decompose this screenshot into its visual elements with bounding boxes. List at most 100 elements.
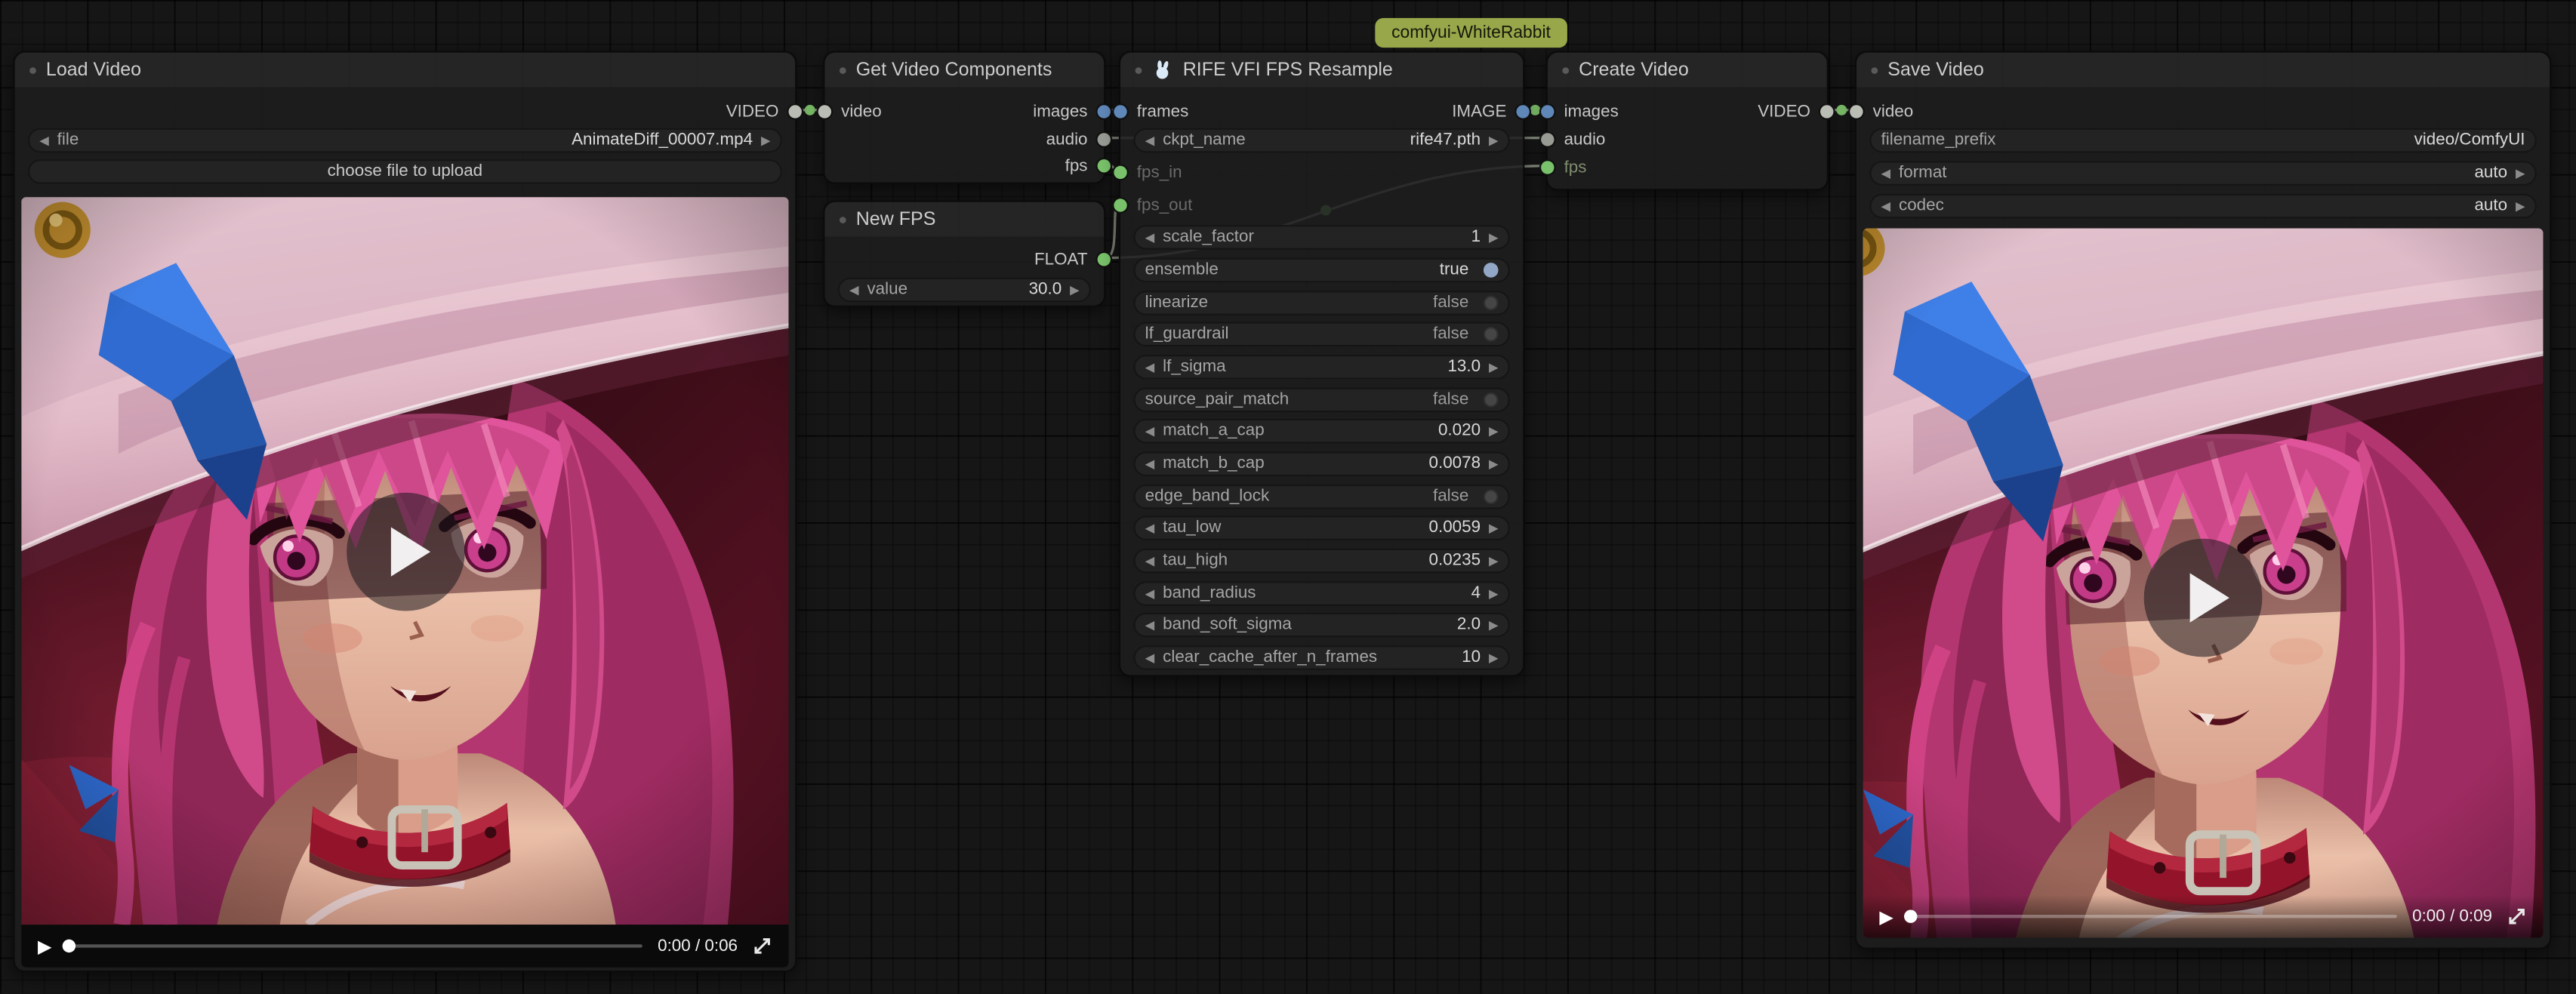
increment-icon[interactable]: ▶: [1489, 231, 1499, 243]
port-dot-fps-out[interactable]: [1114, 198, 1126, 211]
decrement-icon[interactable]: ◀: [1881, 167, 1891, 179]
widget-match-b-cap[interactable]: ◀ match_b_cap 0.0078 ▶: [1133, 451, 1509, 476]
toggle-icon[interactable]: [1484, 489, 1499, 504]
increment-icon[interactable]: ▶: [1489, 522, 1499, 534]
port-dot-video[interactable]: [788, 105, 801, 118]
port-dot-fps[interactable]: [1541, 161, 1554, 174]
video-controls[interactable]: ▶ 0:00 / 0:06: [21, 925, 788, 968]
decrement-icon[interactable]: ◀: [849, 284, 859, 296]
port-dot-fps[interactable]: [1098, 159, 1111, 172]
fullscreen-icon[interactable]: [2507, 906, 2527, 926]
collapse-dot-icon[interactable]: [29, 66, 36, 73]
video-preview[interactable]: ▶ 0:00 / 0:09: [1863, 228, 2544, 937]
port-dot-video[interactable]: [818, 105, 831, 118]
collapse-dot-icon[interactable]: [1562, 66, 1569, 73]
widget-linearize[interactable]: linearize false: [1133, 291, 1509, 315]
widget-ensemble[interactable]: ensemble true: [1133, 258, 1509, 283]
widget-band-radius[interactable]: ◀ band_radius 4 ▶: [1133, 581, 1509, 606]
node-save-video[interactable]: Save Video video filename_prefix video/C…: [1855, 51, 2552, 949]
widget-edge-band-lock[interactable]: edge_band_lock false: [1133, 485, 1509, 509]
collapse-dot-icon[interactable]: [840, 216, 846, 223]
port-dot-image[interactable]: [1516, 105, 1529, 118]
node-header[interactable]: Save Video: [1857, 53, 2550, 89]
widget-format[interactable]: ◀ format auto ▶: [1869, 161, 2536, 186]
increment-icon[interactable]: ▶: [761, 134, 771, 146]
node-get-video-components[interactable]: Get Video Components video images audio …: [823, 51, 1105, 183]
increment-icon[interactable]: ▶: [1489, 361, 1499, 373]
play-overlay-button[interactable]: [2144, 538, 2263, 657]
collapse-dot-icon[interactable]: [840, 66, 846, 73]
decrement-icon[interactable]: ◀: [1145, 361, 1155, 373]
widget-ckpt-name[interactable]: ◀ ckpt_name rife47.pth ▶: [1133, 128, 1509, 153]
fullscreen-icon[interactable]: [753, 936, 772, 956]
widget-value[interactable]: ◀ value 30.0 ▶: [838, 278, 1091, 303]
decrement-icon[interactable]: ◀: [1145, 555, 1155, 567]
increment-icon[interactable]: ▶: [1489, 425, 1499, 437]
decrement-icon[interactable]: ◀: [1145, 231, 1155, 243]
node-header[interactable]: Create Video: [1548, 53, 1827, 89]
widget-source-pair-match[interactable]: source_pair_match false: [1133, 388, 1509, 413]
increment-icon[interactable]: ▶: [1489, 619, 1499, 631]
widget-lf-sigma[interactable]: ◀ lf_sigma 13.0 ▶: [1133, 355, 1509, 380]
increment-icon[interactable]: ▶: [1489, 458, 1499, 470]
increment-icon[interactable]: ▶: [1489, 651, 1499, 663]
widget-codec[interactable]: ◀ codec auto ▶: [1869, 194, 2536, 219]
port-dot-fps-in[interactable]: [1114, 166, 1126, 179]
toggle-icon[interactable]: [1484, 327, 1499, 342]
play-overlay-button[interactable]: [346, 492, 464, 611]
widget-tau-high[interactable]: ◀ tau_high 0.0235 ▶: [1133, 549, 1509, 574]
port-dot-images[interactable]: [1541, 105, 1554, 118]
widget-scale-factor[interactable]: ◀ scale_factor 1 ▶: [1133, 225, 1509, 250]
increment-icon[interactable]: ▶: [1489, 587, 1499, 599]
widget-clear-cache-after-n-frames[interactable]: ◀ clear_cache_after_n_frames 10 ▶: [1133, 645, 1509, 670]
seek-bar[interactable]: [66, 944, 642, 947]
node-graph-canvas[interactable]: Load Video VIDEO ◀ file AnimateDiff_0000…: [0, 0, 2576, 993]
video-preview[interactable]: ▶ 0:00 / 0:06: [21, 197, 788, 968]
node-rife-vfi-fps-resample[interactable]: RIFE VFI FPS Resample frames IMAGE fps_i…: [1119, 51, 1524, 676]
decrement-icon[interactable]: ◀: [1145, 425, 1155, 437]
port-dot-video[interactable]: [1820, 105, 1833, 118]
node-header[interactable]: RIFE VFI FPS Resample: [1120, 53, 1523, 89]
decrement-icon[interactable]: ◀: [1145, 522, 1155, 534]
node-header[interactable]: Get Video Components: [824, 53, 1104, 89]
decrement-icon[interactable]: ◀: [1145, 587, 1155, 599]
decrement-icon[interactable]: ◀: [1145, 134, 1155, 146]
node-load-video[interactable]: Load Video VIDEO ◀ file AnimateDiff_0000…: [13, 51, 797, 972]
decrement-icon[interactable]: ◀: [1145, 651, 1155, 663]
widget-match-a-cap[interactable]: ◀ match_a_cap 0.020 ▶: [1133, 419, 1509, 444]
decrement-icon[interactable]: ◀: [1145, 458, 1155, 470]
port-dot-audio[interactable]: [1541, 133, 1554, 146]
seek-knob[interactable]: [1905, 910, 1918, 923]
increment-icon[interactable]: ▶: [2516, 200, 2525, 212]
increment-icon[interactable]: ▶: [1489, 555, 1499, 567]
toggle-icon[interactable]: [1484, 263, 1499, 278]
play-button[interactable]: ▶: [38, 935, 51, 956]
port-dot-images[interactable]: [1098, 105, 1111, 118]
play-button[interactable]: ▶: [1879, 906, 1893, 927]
node-new-fps[interactable]: New FPS FLOAT ◀ value 30.0 ▶: [823, 200, 1105, 306]
decrement-icon[interactable]: ◀: [39, 134, 49, 146]
increment-icon[interactable]: ▶: [2516, 167, 2525, 179]
port-dot-float[interactable]: [1098, 253, 1111, 266]
video-controls[interactable]: ▶ 0:00 / 0:09: [1863, 895, 2544, 938]
seek-bar[interactable]: [1908, 915, 2397, 918]
toggle-icon[interactable]: [1484, 392, 1499, 408]
widget-file[interactable]: ◀ file AnimateDiff_00007.mp4 ▶: [28, 128, 782, 153]
port-dot-video[interactable]: [1850, 105, 1863, 118]
widget-lf-guardrail[interactable]: lf_guardrail false: [1133, 322, 1509, 346]
increment-icon[interactable]: ▶: [1070, 284, 1080, 296]
node-header[interactable]: Load Video: [15, 53, 796, 89]
node-header[interactable]: New FPS: [824, 202, 1104, 238]
collapse-dot-icon[interactable]: [1871, 66, 1878, 73]
decrement-icon[interactable]: ◀: [1145, 619, 1155, 631]
node-create-video[interactable]: Create Video images audio fps VIDEO: [1546, 51, 1829, 190]
upload-button[interactable]: choose file to upload: [28, 159, 782, 184]
widget-band-soft-sigma[interactable]: ◀ band_soft_sigma 2.0 ▶: [1133, 613, 1509, 638]
port-dot-audio[interactable]: [1098, 133, 1111, 146]
decrement-icon[interactable]: ◀: [1881, 200, 1891, 212]
toggle-icon[interactable]: [1484, 296, 1499, 311]
increment-icon[interactable]: ▶: [1489, 134, 1499, 146]
collapse-dot-icon[interactable]: [1135, 66, 1142, 73]
workflow-tab[interactable]: comfyui-WhiteRabbit: [1375, 18, 1567, 48]
widget-filename-prefix[interactable]: filename_prefix video/ComfyUI: [1869, 128, 2536, 153]
